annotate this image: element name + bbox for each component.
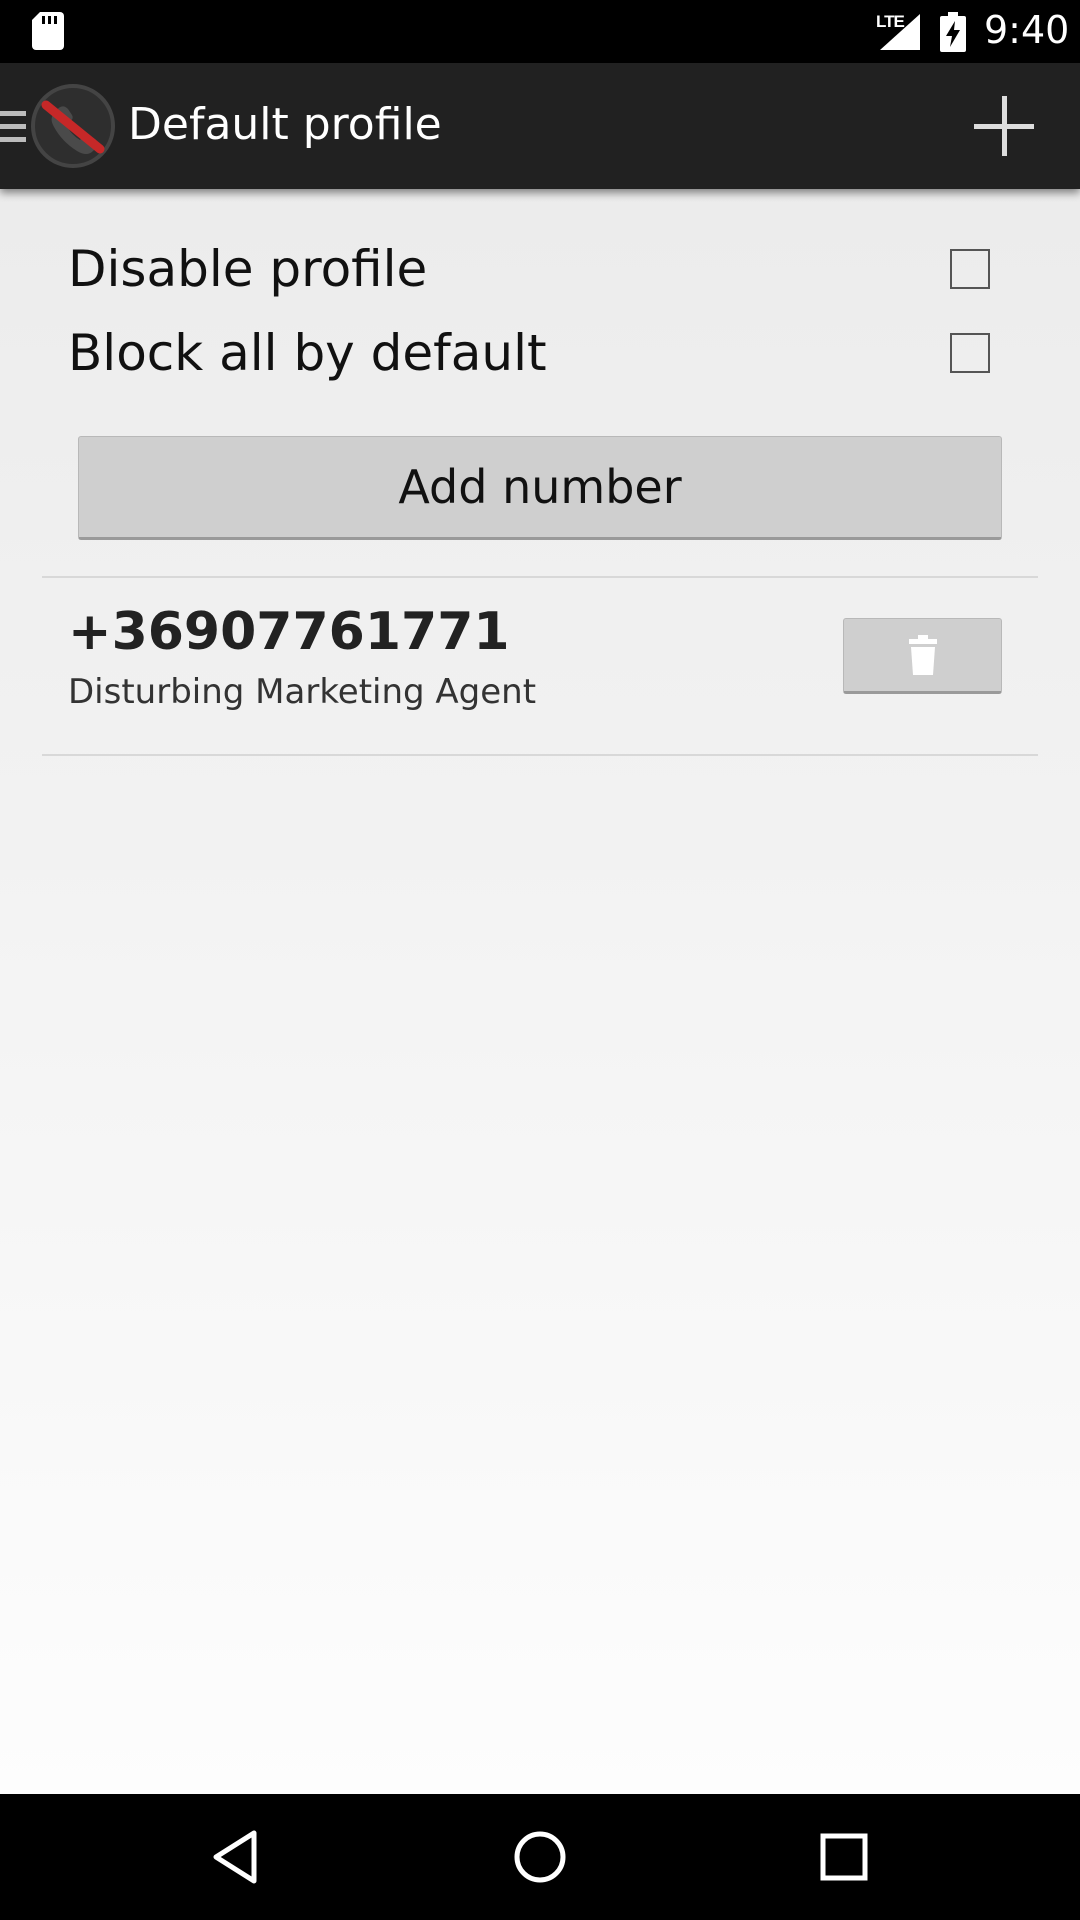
option-disable-profile: Disable profile <box>0 229 1080 309</box>
drawer-menu-icon[interactable] <box>0 107 30 147</box>
recents-icon[interactable] <box>814 1827 874 1887</box>
profile-content: Disable profile Block all by default Add… <box>0 189 1080 1794</box>
home-icon[interactable] <box>510 1827 570 1887</box>
option-block-all: Block all by default <box>0 313 1080 393</box>
delete-button[interactable] <box>843 618 1002 694</box>
block-all-checkbox[interactable] <box>950 333 990 373</box>
sd-card-icon <box>32 12 64 50</box>
contact-name: Disturbing Marketing Agent <box>68 672 537 712</box>
page-title: Default profile <box>128 99 442 150</box>
action-bar: Default profile <box>0 63 1080 189</box>
divider <box>42 576 1038 578</box>
back-icon[interactable] <box>206 1827 266 1887</box>
disable-profile-checkbox[interactable] <box>950 249 990 289</box>
disable-profile-label: Disable profile <box>68 240 428 298</box>
trash-icon <box>908 635 937 675</box>
phone-number: +36907761771 <box>68 602 510 662</box>
divider <box>42 754 1038 756</box>
clock: 9:40 <box>984 8 1070 52</box>
list-item: +36907761771 Disturbing Marketing Agent <box>0 580 1080 750</box>
blocked-call-logo[interactable] <box>30 83 116 169</box>
signal-icon <box>880 14 920 50</box>
block-all-label: Block all by default <box>68 324 547 382</box>
add-number-button[interactable]: Add number <box>78 436 1002 540</box>
status-bar: LTE 9:40 <box>0 0 1080 63</box>
add-icon[interactable] <box>972 94 1036 158</box>
navigation-bar <box>0 1794 1080 1920</box>
battery-charging-icon <box>940 12 966 52</box>
